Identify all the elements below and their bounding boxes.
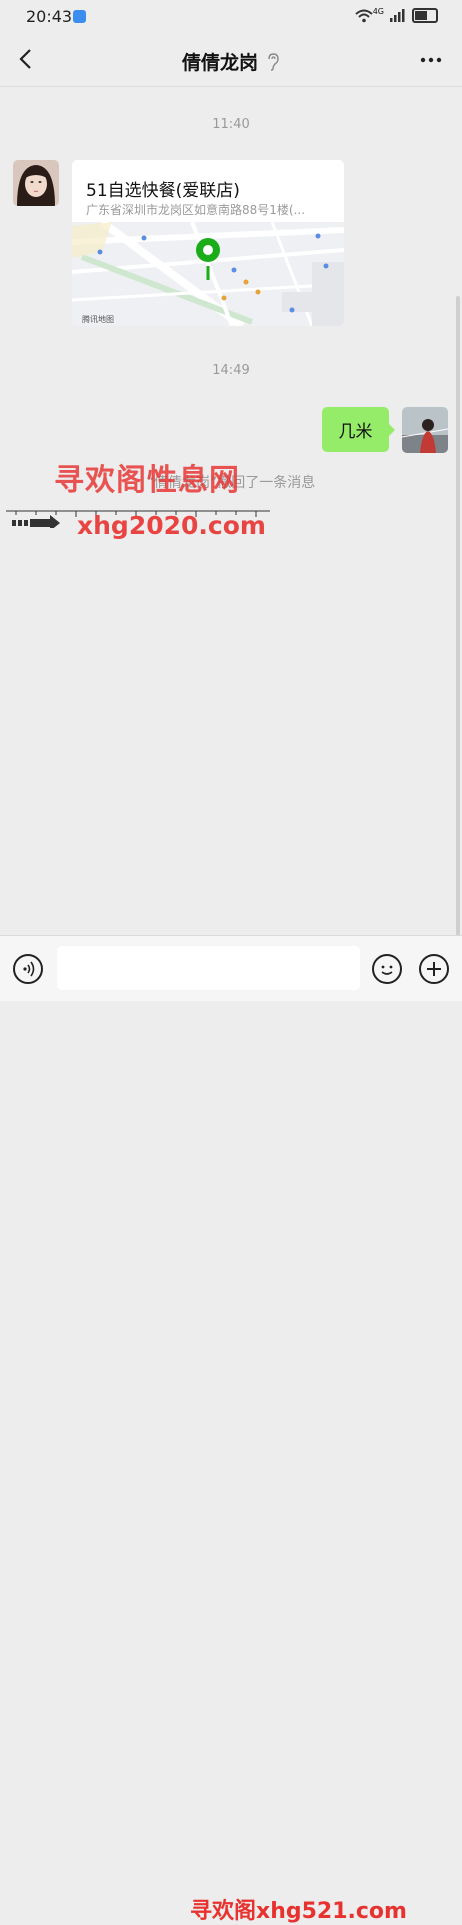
signal-icon [390, 9, 405, 22]
contact-avatar[interactable] [13, 160, 59, 206]
status-time: 20:43 [26, 7, 73, 26]
chat-title: 倩倩龙岗 [181, 52, 258, 74]
status-bar: 20:43 4G [0, 0, 462, 34]
network-type: 4G [372, 7, 384, 16]
wifi-icon [355, 9, 373, 22]
location-map-preview: 腾讯地图 [72, 218, 344, 326]
scrollbar[interactable] [456, 296, 460, 936]
chat-header: 倩倩龙岗 [0, 34, 462, 87]
timestamp: 11:40 [212, 117, 250, 132]
battery-icon [412, 8, 438, 23]
location-message-card[interactable]: 51自选快餐(爱联店) 广东省深圳市龙岗区如意南路88号1楼(... 腾讯地图 [72, 160, 344, 326]
my-avatar[interactable] [402, 407, 448, 453]
timestamp: 14:49 [212, 363, 250, 378]
message-text: 几米 [338, 422, 373, 442]
watermark-text: 寻欢阁性息网 [54, 463, 240, 498]
input-bar: 寻欢阁xhg521.com [0, 935, 462, 1924]
map-image: 腾讯地图 [72, 218, 344, 326]
location-name: 51自选快餐(爱联店) [86, 181, 240, 201]
watermark-bottom: 寻欢阁xhg521.com [190, 1899, 407, 1924]
app-notification-icon [73, 10, 86, 23]
plus-icon[interactable] [419, 954, 449, 984]
voice-icon[interactable] [13, 954, 43, 984]
ear-icon [268, 52, 279, 71]
message-input[interactable] [57, 946, 360, 990]
map-provider-label: 腾讯地图 [82, 314, 114, 324]
status-icons: 4G [355, 7, 438, 23]
my-text-message[interactable]: 几米 [322, 407, 395, 452]
more-icon[interactable] [418, 50, 444, 70]
watermark-url: xhg2020.com [77, 511, 266, 540]
emoji-icon[interactable] [372, 954, 402, 984]
location-address: 广东省深圳市龙岗区如意南路88号1楼(... [86, 203, 306, 217]
